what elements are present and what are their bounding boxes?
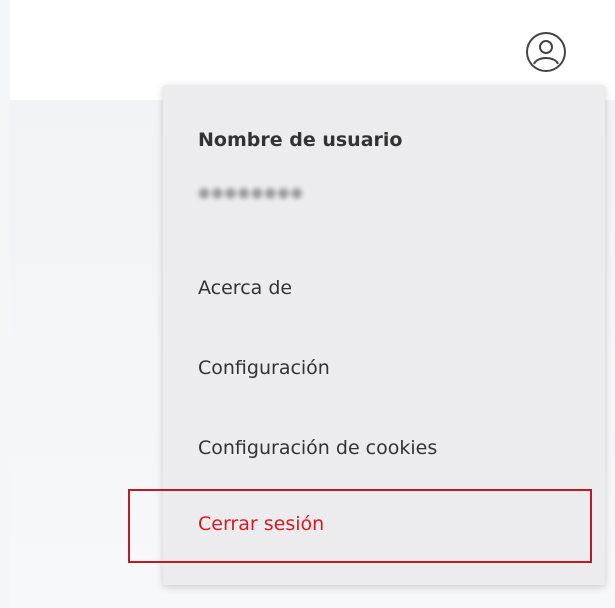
username-value: ●●●●●●●● <box>198 185 304 201</box>
menu-item-cookie-settings[interactable]: Configuración de cookies <box>198 437 437 459</box>
username-label: Nombre de usuario <box>198 129 403 151</box>
user-account-button[interactable] <box>524 30 568 74</box>
menu-item-about[interactable]: Acerca de <box>198 277 292 299</box>
user-menu-dropdown: Nombre de usuario ●●●●●●●● Acerca de Con… <box>163 85 605 585</box>
user-circle-icon <box>526 32 566 72</box>
menu-item-logout[interactable]: Cerrar sesión <box>198 513 324 535</box>
menu-item-settings[interactable]: Configuración <box>198 357 330 379</box>
